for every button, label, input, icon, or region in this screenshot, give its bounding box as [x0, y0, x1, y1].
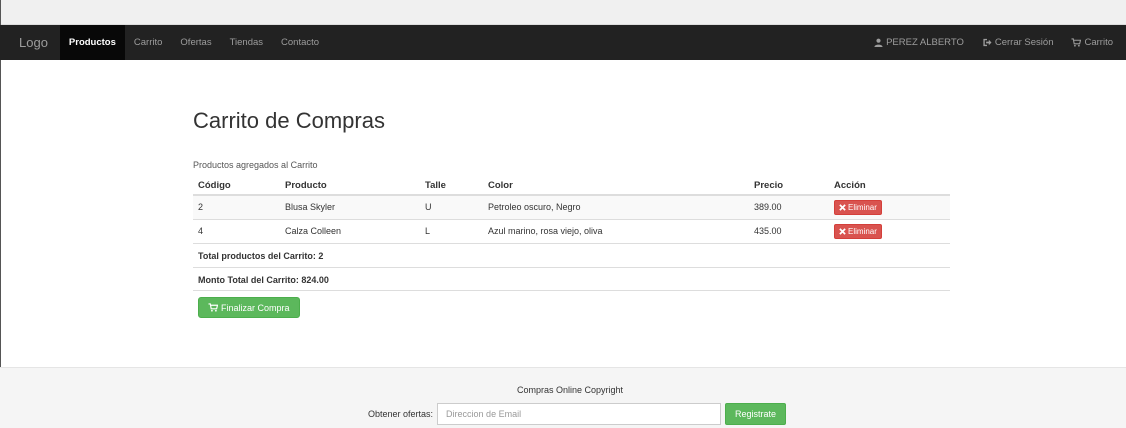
nav-link-productos[interactable]: Productos	[59, 25, 125, 60]
register-button[interactable]: Registrate	[725, 403, 787, 425]
nav-user-label: PEREZ ALBERTO	[886, 37, 964, 48]
nav-cart-link[interactable]: Carrito	[1062, 25, 1126, 60]
nav-right: PEREZ ALBERTO Cerrar Sesión Carrito	[865, 25, 1126, 60]
checkout-button[interactable]: Finalizar Compra	[198, 297, 300, 318]
nav-logout-link[interactable]: Cerrar Sesión	[973, 25, 1063, 60]
table-header-row: Código Producto Talle Color Precio Acció…	[193, 176, 950, 196]
total-amount: Monto Total del Carrito: 824.00	[193, 267, 950, 291]
page-title: Carrito de Compras	[193, 108, 385, 133]
cell-color: Petroleo oscuro, Negro	[483, 194, 749, 219]
cell-precio: 435.00	[749, 218, 829, 243]
remove-item-label: Eliminar	[848, 202, 877, 212]
cell-codigo: 4	[193, 218, 280, 243]
nav-link-carrito[interactable]: Carrito	[125, 25, 172, 60]
remove-x-icon	[839, 228, 846, 235]
cart-table: Código Producto Talle Color Precio Acció…	[193, 176, 950, 243]
remove-item-button[interactable]: Eliminar	[834, 199, 882, 215]
nav-user-link[interactable]: PEREZ ALBERTO	[865, 25, 973, 60]
footer-copyright: Compras Online Copyright	[516, 385, 624, 395]
cart-icon	[208, 303, 218, 312]
logout-icon	[983, 38, 992, 47]
browser-top-strip	[0, 0, 1126, 25]
column-header-color: Color	[483, 176, 749, 196]
newsletter-label: Obtener ofertas:	[368, 409, 434, 419]
nav-link-tiendas[interactable]: Tiendas	[221, 25, 272, 60]
cell-producto: Calza Colleen	[280, 218, 420, 243]
nav-link-ofertas[interactable]: Ofertas	[171, 25, 220, 60]
column-header-accion: Acción	[829, 176, 950, 196]
cell-talle: L	[420, 218, 483, 243]
navbar: Logo Productos Carrito Ofertas Tiendas C…	[0, 25, 1126, 60]
column-header-talle: Talle	[420, 176, 483, 196]
nav-link-contacto[interactable]: Contacto	[272, 25, 328, 60]
cart-icon	[1071, 38, 1082, 47]
total-products: Total productos del Carrito: 2	[193, 243, 950, 267]
nav-left: Logo Productos Carrito Ofertas Tiendas C…	[0, 25, 328, 60]
cell-codigo: 2	[193, 194, 280, 219]
cart-content: Carrito de Compras Productos agregados a…	[193, 108, 950, 318]
cell-accion: Eliminar	[829, 194, 950, 219]
column-header-precio: Precio	[749, 176, 829, 196]
newsletter-form: Obtener ofertas: Registrate	[368, 403, 787, 425]
remove-item-button[interactable]: Eliminar	[834, 223, 882, 239]
table-row: 2 Blusa Skyler U Petroleo oscuro, Negro …	[193, 194, 950, 219]
footer: Compras Online Copyright Obtener ofertas…	[0, 367, 1126, 428]
cell-talle: U	[420, 194, 483, 219]
cell-producto: Blusa Skyler	[280, 194, 420, 219]
column-header-codigo: Código	[193, 176, 280, 196]
cell-color: Azul marino, rosa viejo, oliva	[483, 218, 749, 243]
table-row: 4 Calza Colleen L Azul marino, rosa viej…	[193, 218, 950, 243]
nav-cart-label: Carrito	[1084, 37, 1113, 48]
remove-x-icon	[839, 204, 846, 211]
table-caption: Productos agregados al Carrito	[193, 160, 318, 170]
window-frame-edge	[0, 0, 1, 428]
nav-logout-label: Cerrar Sesión	[994, 37, 1054, 48]
user-icon	[874, 38, 883, 47]
brand-logo[interactable]: Logo	[0, 25, 60, 60]
email-input[interactable]	[437, 403, 722, 425]
column-header-producto: Producto	[280, 176, 420, 196]
cell-accion: Eliminar	[829, 218, 950, 243]
remove-item-label: Eliminar	[848, 226, 877, 236]
checkout-label: Finalizar Compra	[221, 302, 290, 313]
cell-precio: 389.00	[749, 194, 829, 219]
